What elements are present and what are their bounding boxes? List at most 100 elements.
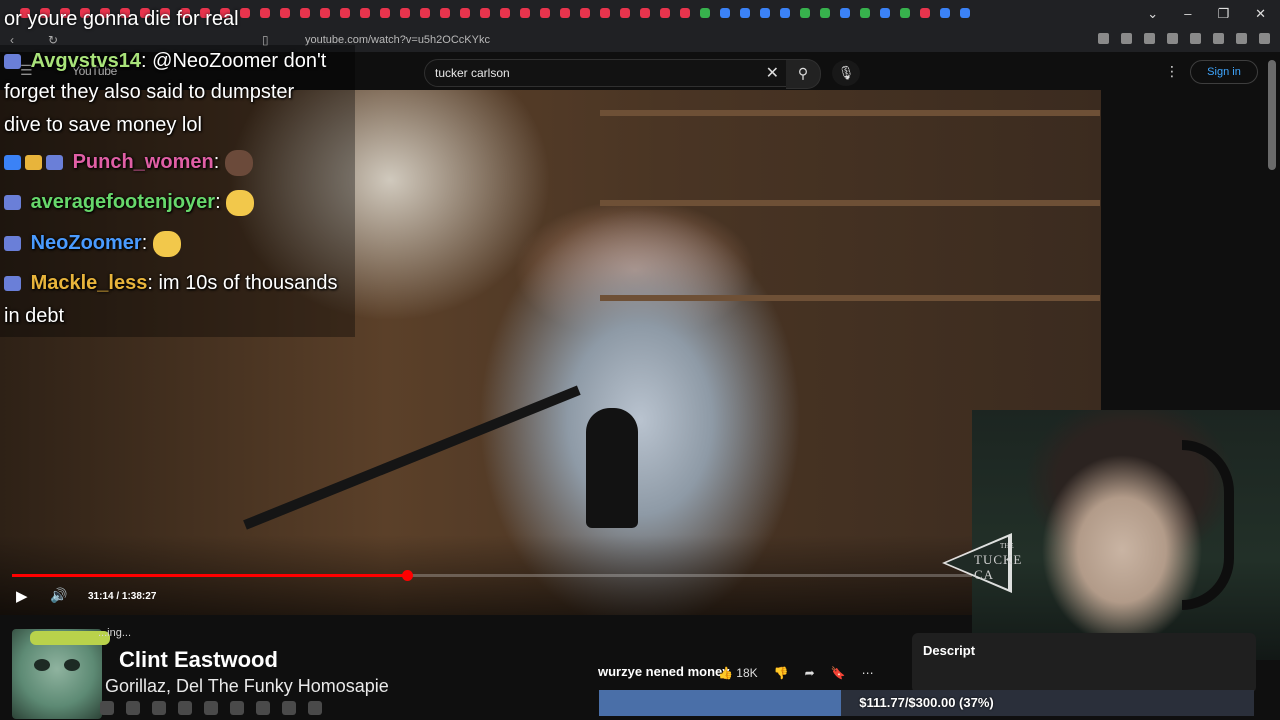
tab-favicon[interactable] <box>380 8 390 18</box>
now-playing-status: ...ing... <box>98 627 132 639</box>
chat-message: Punch_women: <box>4 146 253 179</box>
extension-icon[interactable] <box>1121 33 1132 44</box>
extension-icon[interactable] <box>1259 33 1270 44</box>
tab-favicon[interactable] <box>940 8 950 18</box>
tab-favicon[interactable] <box>960 8 970 18</box>
tab-favicon[interactable] <box>440 8 450 18</box>
search-input[interactable]: tucker carlson <box>435 66 510 80</box>
taskbar-app-icon[interactable] <box>282 701 296 715</box>
tab-favicon[interactable] <box>600 8 610 18</box>
tab-favicon[interactable] <box>300 8 310 18</box>
more-options-icon[interactable]: ⋮ <box>1165 63 1179 80</box>
tab-favicon[interactable] <box>840 8 850 18</box>
tab-favicon[interactable] <box>820 8 830 18</box>
chat-message: NeoZoomer: <box>4 227 181 260</box>
minimize-icon[interactable]: – <box>1184 6 1191 22</box>
taskbar-icons <box>100 698 322 718</box>
tab-favicon[interactable] <box>320 8 330 18</box>
play-icon[interactable]: ▶ <box>16 587 28 605</box>
song-title: Clint Eastwood <box>119 647 278 672</box>
voice-search-button[interactable]: 🎙 <box>832 60 860 86</box>
search-box[interactable]: tucker carlson ✕ <box>424 59 788 87</box>
save-icon[interactable]: 🔖 <box>831 666 846 680</box>
chat-badge-icon <box>4 54 21 70</box>
volume-icon[interactable]: 🔊 <box>50 587 67 604</box>
page-scrollbar[interactable] <box>1268 60 1276 170</box>
clear-search-icon[interactable]: ✕ <box>766 63 779 83</box>
extension-icon[interactable] <box>1144 33 1155 44</box>
tab-favicon[interactable] <box>800 8 810 18</box>
video-frame-detail <box>600 110 1100 116</box>
video-progress-bar[interactable] <box>12 570 1088 581</box>
tab-favicon[interactable] <box>920 8 930 18</box>
tab-favicon[interactable] <box>520 8 530 18</box>
like-button[interactable]: 👍 18K <box>718 666 758 680</box>
tab-favicon[interactable] <box>860 8 870 18</box>
tab-favicon[interactable] <box>340 8 350 18</box>
chat-badge-icon <box>25 155 42 171</box>
tab-favicon[interactable] <box>500 8 510 18</box>
tab-favicon[interactable] <box>360 8 370 18</box>
tab-favicon[interactable] <box>760 8 770 18</box>
tab-favicon[interactable] <box>400 8 410 18</box>
taskbar-app-icon[interactable] <box>308 701 322 715</box>
progress-fill <box>12 574 408 577</box>
chat-message-continued: forget they also said to dumpster <box>4 81 295 103</box>
description-panel[interactable]: Descript <box>912 633 1256 693</box>
video-frame-detail <box>586 408 638 528</box>
tab-search-icon[interactable]: ⌄ <box>1147 6 1158 22</box>
tab-favicon[interactable] <box>900 8 910 18</box>
extension-icons <box>1098 33 1270 44</box>
taskbar-app-icon[interactable] <box>178 701 192 715</box>
tab-favicon[interactable] <box>460 8 470 18</box>
album-art-detail <box>64 659 80 671</box>
taskbar-app-icon[interactable] <box>152 701 166 715</box>
extension-icon[interactable] <box>1190 33 1201 44</box>
video-frame-detail <box>600 200 1100 206</box>
video-title: wurzye nened money <box>598 664 730 679</box>
sign-in-button[interactable]: Sign in <box>1190 60 1258 84</box>
more-actions-icon[interactable]: ⋯ <box>862 666 874 680</box>
tab-favicon[interactable] <box>680 8 690 18</box>
extension-icon[interactable] <box>1098 33 1109 44</box>
tab-favicon[interactable] <box>260 8 270 18</box>
tab-favicon[interactable] <box>480 8 490 18</box>
tab-favicon[interactable] <box>620 8 630 18</box>
tab-favicon[interactable] <box>560 8 570 18</box>
chat-badge-icon <box>4 276 21 292</box>
maximize-icon[interactable]: ❐ <box>1217 6 1229 22</box>
tab-favicon[interactable] <box>880 8 890 18</box>
taskbar-app-icon[interactable] <box>204 701 218 715</box>
like-icon: 👍 <box>718 666 733 680</box>
chat-username: averagefootenjoyer <box>30 191 216 213</box>
tab-favicon[interactable] <box>660 8 670 18</box>
tab-favicon[interactable] <box>540 8 550 18</box>
taskbar-app-icon[interactable] <box>126 701 140 715</box>
description-label: Descript <box>923 643 976 658</box>
tab-favicon[interactable] <box>280 8 290 18</box>
dislike-icon[interactable]: 👎 <box>774 666 789 680</box>
tab-favicon[interactable] <box>640 8 650 18</box>
extension-icon[interactable] <box>1213 33 1224 44</box>
chat-message: Avgvstvs14: @NeoZoomer don't <box>4 45 326 78</box>
taskbar-app-icon[interactable] <box>100 701 114 715</box>
tab-favicon[interactable] <box>420 8 430 18</box>
chat-overlay: Avgvstvs14: @NeoZoomer don't forget they… <box>0 45 355 337</box>
tab-favicon[interactable] <box>780 8 790 18</box>
video-frame-detail <box>600 295 1100 301</box>
share-icon[interactable]: ➦ <box>805 666 815 680</box>
extension-icon[interactable] <box>1167 33 1178 44</box>
extension-icon[interactable] <box>1236 33 1247 44</box>
search-button[interactable]: ⚲ <box>786 59 821 89</box>
chat-badge-icon <box>4 236 21 252</box>
taskbar-app-icon[interactable] <box>230 701 244 715</box>
tab-favicon[interactable] <box>700 8 710 18</box>
tab-favicon[interactable] <box>240 8 250 18</box>
tab-favicon[interactable] <box>720 8 730 18</box>
tab-favicon[interactable] <box>740 8 750 18</box>
chat-message-continued: dive to save money lol <box>4 114 202 136</box>
tab-favicon[interactable] <box>580 8 590 18</box>
donation-goal-bar: $111.77/$300.00 (37%) <box>599 690 1254 716</box>
close-window-icon[interactable]: ✕ <box>1255 6 1266 22</box>
taskbar-app-icon[interactable] <box>256 701 270 715</box>
